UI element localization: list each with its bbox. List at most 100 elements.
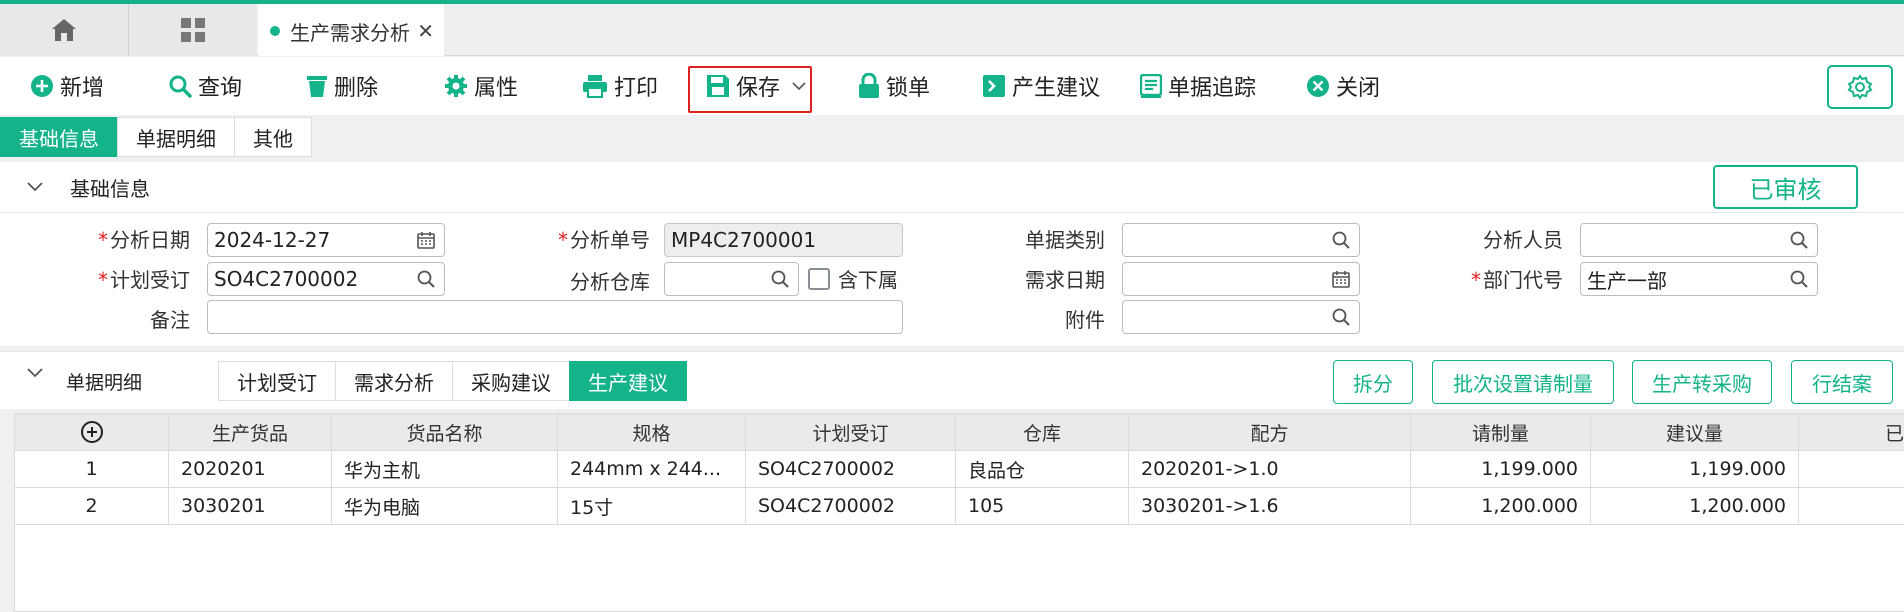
remark-label: 备注 — [150, 308, 190, 332]
apps-tab[interactable] — [128, 4, 256, 56]
analysis-number-field: MP4C2700001 — [664, 223, 903, 257]
column-header[interactable]: 计划受订 — [746, 414, 956, 451]
search-icon — [169, 75, 192, 98]
add-label: 新增 — [60, 76, 105, 101]
lock-button[interactable]: 锁单 — [858, 57, 930, 115]
active-dot-icon — [270, 26, 280, 36]
table-header-row: 生产货品 货品名称 规格 计划受订 仓库 配方 请制量 建议量 已 — [15, 414, 1904, 451]
delete-label: 删除 — [334, 76, 379, 101]
close-button[interactable]: 关闭 — [1306, 57, 1380, 115]
add-row-cell[interactable] — [15, 414, 169, 451]
tab-document-detail[interactable]: 单据明细 — [117, 117, 235, 157]
search-icon[interactable] — [416, 269, 436, 289]
column-header[interactable]: 配方 — [1129, 414, 1411, 451]
attachment-field[interactable] — [1122, 300, 1360, 334]
document-type-field[interactable] — [1122, 223, 1360, 257]
table-row[interactable]: 2 3030201 华为电脑 15寸 SO4C2700002 105 30302… — [15, 488, 1904, 525]
column-header[interactable]: 生产货品 — [169, 414, 332, 451]
close-icon[interactable]: ✕ — [417, 19, 434, 43]
tab-production-demand-analysis[interactable]: 生产需求分析 ✕ — [258, 4, 444, 56]
chevron-down-icon[interactable] — [0, 368, 70, 378]
tab-plan-order[interactable]: 计划受订 — [218, 361, 336, 401]
batch-set-quantity-button[interactable]: 批次设置请制量 — [1432, 360, 1614, 404]
tab-bar: 生产需求分析 ✕ — [0, 4, 1904, 56]
lock-label: 锁单 — [886, 76, 931, 101]
column-header[interactable]: 货品名称 — [332, 414, 558, 451]
properties-label: 属性 — [474, 76, 519, 101]
column-header[interactable]: 建议量 — [1591, 414, 1799, 451]
terminal-icon — [983, 75, 1005, 97]
table-row[interactable]: 1 2020201 华为主机 244mm x 244... SO4C270000… — [15, 451, 1904, 488]
column-header[interactable]: 仓库 — [956, 414, 1129, 451]
column-header[interactable]: 规格 — [558, 414, 746, 451]
tab-basic-info[interactable]: 基础信息 — [0, 117, 118, 157]
production-to-purchase-button[interactable]: 生产转采购 — [1632, 360, 1772, 404]
search-icon[interactable] — [1789, 269, 1809, 289]
column-header[interactable]: 已 — [1799, 414, 1904, 451]
tab-label: 生产需求分析 — [290, 20, 410, 45]
search-icon[interactable] — [1331, 230, 1351, 250]
chevron-down-icon[interactable] — [0, 182, 70, 192]
split-button[interactable]: 拆分 — [1333, 360, 1413, 404]
include-subordinates-checkbox[interactable] — [808, 268, 830, 290]
plan-order-label: * 计划受订 — [98, 268, 190, 292]
tab-production-suggestion[interactable]: 生产建议 — [569, 361, 687, 401]
analysis-date-label: * 分析日期 — [98, 228, 190, 252]
analysis-number-label: * 分析单号 — [558, 228, 650, 252]
basic-info-title: 基础信息 — [70, 176, 150, 201]
tab-other[interactable]: 其他 — [234, 117, 312, 157]
plan-order-field[interactable]: SO4C2700002 — [207, 262, 445, 296]
department-code-label: * 部门代号 — [1471, 268, 1563, 292]
analysis-date-field[interactable]: 2024-12-27 — [207, 223, 445, 257]
delete-button[interactable]: 删除 — [306, 57, 378, 115]
analyst-label: 分析人员 — [1483, 228, 1563, 252]
detail-title: 单据明细 — [66, 372, 143, 394]
settings-button[interactable] — [1827, 65, 1893, 109]
gear-icon — [445, 75, 467, 97]
column-header[interactable]: 请制量 — [1411, 414, 1591, 451]
close-circle-icon — [1307, 75, 1329, 97]
form-section-tabs: 基础信息 单据明细 其他 — [0, 117, 312, 157]
basic-info-header[interactable]: 基础信息 — [0, 162, 1904, 212]
demand-date-field[interactable] — [1122, 262, 1360, 296]
search-icon[interactable] — [770, 269, 790, 289]
close-label: 关闭 — [1336, 76, 1381, 101]
list-icon — [1140, 74, 1162, 98]
tab-demand-analysis[interactable]: 需求分析 — [335, 361, 453, 401]
production-suggestion-table: 生产货品 货品名称 规格 计划受订 仓库 配方 请制量 建议量 已 1 2020… — [14, 413, 1904, 612]
tab-purchase-suggestion[interactable]: 采购建议 — [452, 361, 570, 401]
analyst-field[interactable] — [1580, 223, 1818, 257]
search-icon[interactable] — [1789, 230, 1809, 250]
home-tab[interactable] — [0, 4, 128, 56]
query-label: 查询 — [198, 76, 243, 101]
generate-suggestion-label: 产生建议 — [1012, 76, 1101, 101]
remark-field[interactable] — [207, 300, 903, 334]
generate-suggestion-button[interactable]: 产生建议 — [982, 57, 1100, 115]
calendar-icon[interactable] — [416, 230, 436, 250]
analysis-warehouse-label: 分析仓库 — [570, 270, 650, 294]
close-line-button[interactable]: 行结案 — [1791, 360, 1893, 404]
department-code-field[interactable]: 生产一部 — [1580, 262, 1818, 296]
document-tracking-label: 单据追踪 — [1168, 76, 1257, 101]
lock-icon — [859, 73, 879, 98]
document-type-label: 单据类别 — [1025, 228, 1105, 252]
print-button[interactable]: 打印 — [582, 57, 658, 115]
save-highlight-box — [688, 66, 812, 113]
query-button[interactable]: 查询 — [168, 57, 242, 115]
add-button[interactable]: 新增 — [30, 57, 104, 115]
detail-tabs: 计划受订 需求分析 采购建议 生产建议 — [218, 361, 687, 401]
gear-outline-icon — [1847, 74, 1873, 100]
calendar-icon[interactable] — [1331, 269, 1351, 289]
attachment-label: 附件 — [1065, 308, 1105, 332]
toolbar: 新增 查询 删除 属性 打印 保存 锁单 产生建议 单据追踪 关闭 — [0, 57, 1904, 115]
printer-icon — [583, 75, 607, 98]
demand-date-label: 需求日期 — [1025, 268, 1105, 292]
search-icon[interactable] — [1331, 307, 1351, 327]
grid-icon — [180, 18, 205, 42]
plus-circle-icon[interactable] — [80, 420, 104, 444]
properties-button[interactable]: 属性 — [444, 57, 518, 115]
document-tracking-button[interactable]: 单据追踪 — [1140, 57, 1256, 115]
trash-icon — [307, 76, 327, 97]
analysis-warehouse-field[interactable] — [664, 262, 799, 296]
home-icon — [52, 19, 76, 41]
